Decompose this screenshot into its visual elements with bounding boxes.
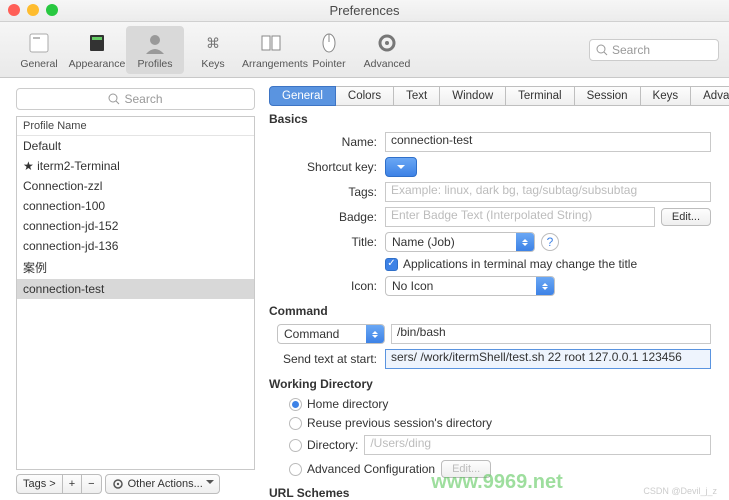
toolbar-search[interactable]: Search	[589, 39, 719, 61]
tab-terminal[interactable]: Terminal	[506, 86, 574, 106]
profile-list-header: Profile Name	[17, 117, 254, 136]
profile-row[interactable]: connection-jd-152	[17, 216, 254, 236]
profile-row[interactable]: connection-100	[17, 196, 254, 216]
profile-row[interactable]: connection-jd-136	[17, 236, 254, 256]
tab-text[interactable]: Text	[394, 86, 440, 106]
other-actions-menu[interactable]: Other Actions...	[105, 474, 220, 494]
title-label: Title:	[269, 235, 385, 249]
credit: CSDN @Devil_j_z	[643, 486, 717, 496]
title-help-button[interactable]: ?	[541, 233, 559, 251]
toolbar-arrangements[interactable]: Arrangements	[242, 26, 300, 74]
badge-input[interactable]: Enter Badge Text (Interpolated String)	[385, 207, 655, 227]
profiles-sidebar: Search Profile Name Default ★ iterm2-Ter…	[0, 78, 265, 500]
toolbar-profiles[interactable]: Profiles	[126, 26, 184, 74]
toolbar-pointer[interactable]: Pointer	[300, 26, 358, 74]
profile-row[interactable]: Connection-zzl	[17, 176, 254, 196]
toolbar: General Appearance Profiles ⌘Keys Arrang…	[0, 22, 729, 78]
profile-row[interactable]: connection-test	[17, 279, 254, 299]
close-icon[interactable]	[8, 4, 20, 16]
tab-window[interactable]: Window	[440, 86, 506, 106]
workdir-advanced-radio[interactable]	[289, 463, 302, 476]
profile-row[interactable]: Default	[17, 136, 254, 156]
workdir-directory-input[interactable]: /Users/ding	[364, 435, 711, 455]
tags-toggle[interactable]: Tags >	[16, 474, 63, 494]
title-select[interactable]: Name (Job)	[385, 232, 535, 252]
tab-keys[interactable]: Keys	[641, 86, 692, 106]
shortcut-key-button[interactable]	[385, 157, 417, 177]
command-input[interactable]: /bin/bash	[391, 324, 711, 344]
tab-session[interactable]: Session	[575, 86, 641, 106]
name-input[interactable]: connection-test	[385, 132, 711, 152]
badge-edit-button[interactable]: Edit...	[661, 208, 711, 226]
remove-profile-button[interactable]: −	[82, 474, 101, 494]
gear-icon	[112, 478, 124, 490]
section-basics: Basics	[269, 112, 711, 126]
minimize-icon[interactable]	[27, 4, 39, 16]
toolbar-general[interactable]: General	[10, 26, 68, 74]
apps-change-title-checkbox[interactable]	[385, 258, 398, 271]
titlebar: Preferences	[0, 0, 729, 22]
send-text-input[interactable]: sers/ /work/itermShell/test.sh 22 root 1…	[385, 349, 711, 369]
tags-input[interactable]: Example: linux, dark bg, tag/subtag/subs…	[385, 182, 711, 202]
window-controls	[8, 4, 58, 16]
tab-colors[interactable]: Colors	[336, 86, 394, 106]
workdir-directory-radio[interactable]	[289, 439, 302, 452]
shortcut-label: Shortcut key:	[269, 160, 385, 174]
zoom-icon[interactable]	[46, 4, 58, 16]
icon-select[interactable]: No Icon	[385, 276, 555, 296]
detail-tabs: General Colors Text Window Terminal Sess…	[269, 86, 711, 106]
profile-list: Profile Name Default ★ iterm2-Terminal C…	[16, 116, 255, 470]
profile-search[interactable]: Search	[16, 88, 255, 110]
name-label: Name:	[269, 135, 385, 149]
tags-label: Tags:	[269, 185, 385, 199]
toolbar-appearance[interactable]: Appearance	[68, 26, 126, 74]
icon-label: Icon:	[269, 279, 385, 293]
workdir-home-radio[interactable]	[289, 398, 302, 411]
profile-row[interactable]: ★ iterm2-Terminal	[17, 156, 254, 176]
search-icon	[596, 44, 608, 56]
send-text-label: Send text at start:	[269, 352, 385, 366]
window-title: Preferences	[329, 3, 399, 18]
profile-detail: General Colors Text Window Terminal Sess…	[265, 78, 729, 500]
svg-text:⌘: ⌘	[206, 35, 220, 51]
toolbar-advanced[interactable]: Advanced	[358, 26, 416, 74]
badge-label: Badge:	[269, 210, 385, 224]
workdir-edit-button[interactable]: Edit...	[441, 460, 491, 478]
profile-row[interactable]: 案例	[17, 256, 254, 279]
toolbar-keys[interactable]: ⌘Keys	[184, 26, 242, 74]
tab-general[interactable]: General	[269, 86, 336, 106]
tab-advanced[interactable]: Advanced	[691, 86, 729, 106]
search-icon	[108, 93, 120, 105]
section-workdir: Working Directory	[269, 377, 711, 391]
command-type-select[interactable]: Command	[277, 324, 385, 344]
workdir-reuse-radio[interactable]	[289, 417, 302, 430]
apps-change-title-label: Applications in terminal may change the …	[403, 257, 637, 271]
add-profile-button[interactable]: +	[63, 474, 82, 494]
section-command: Command	[269, 304, 711, 318]
